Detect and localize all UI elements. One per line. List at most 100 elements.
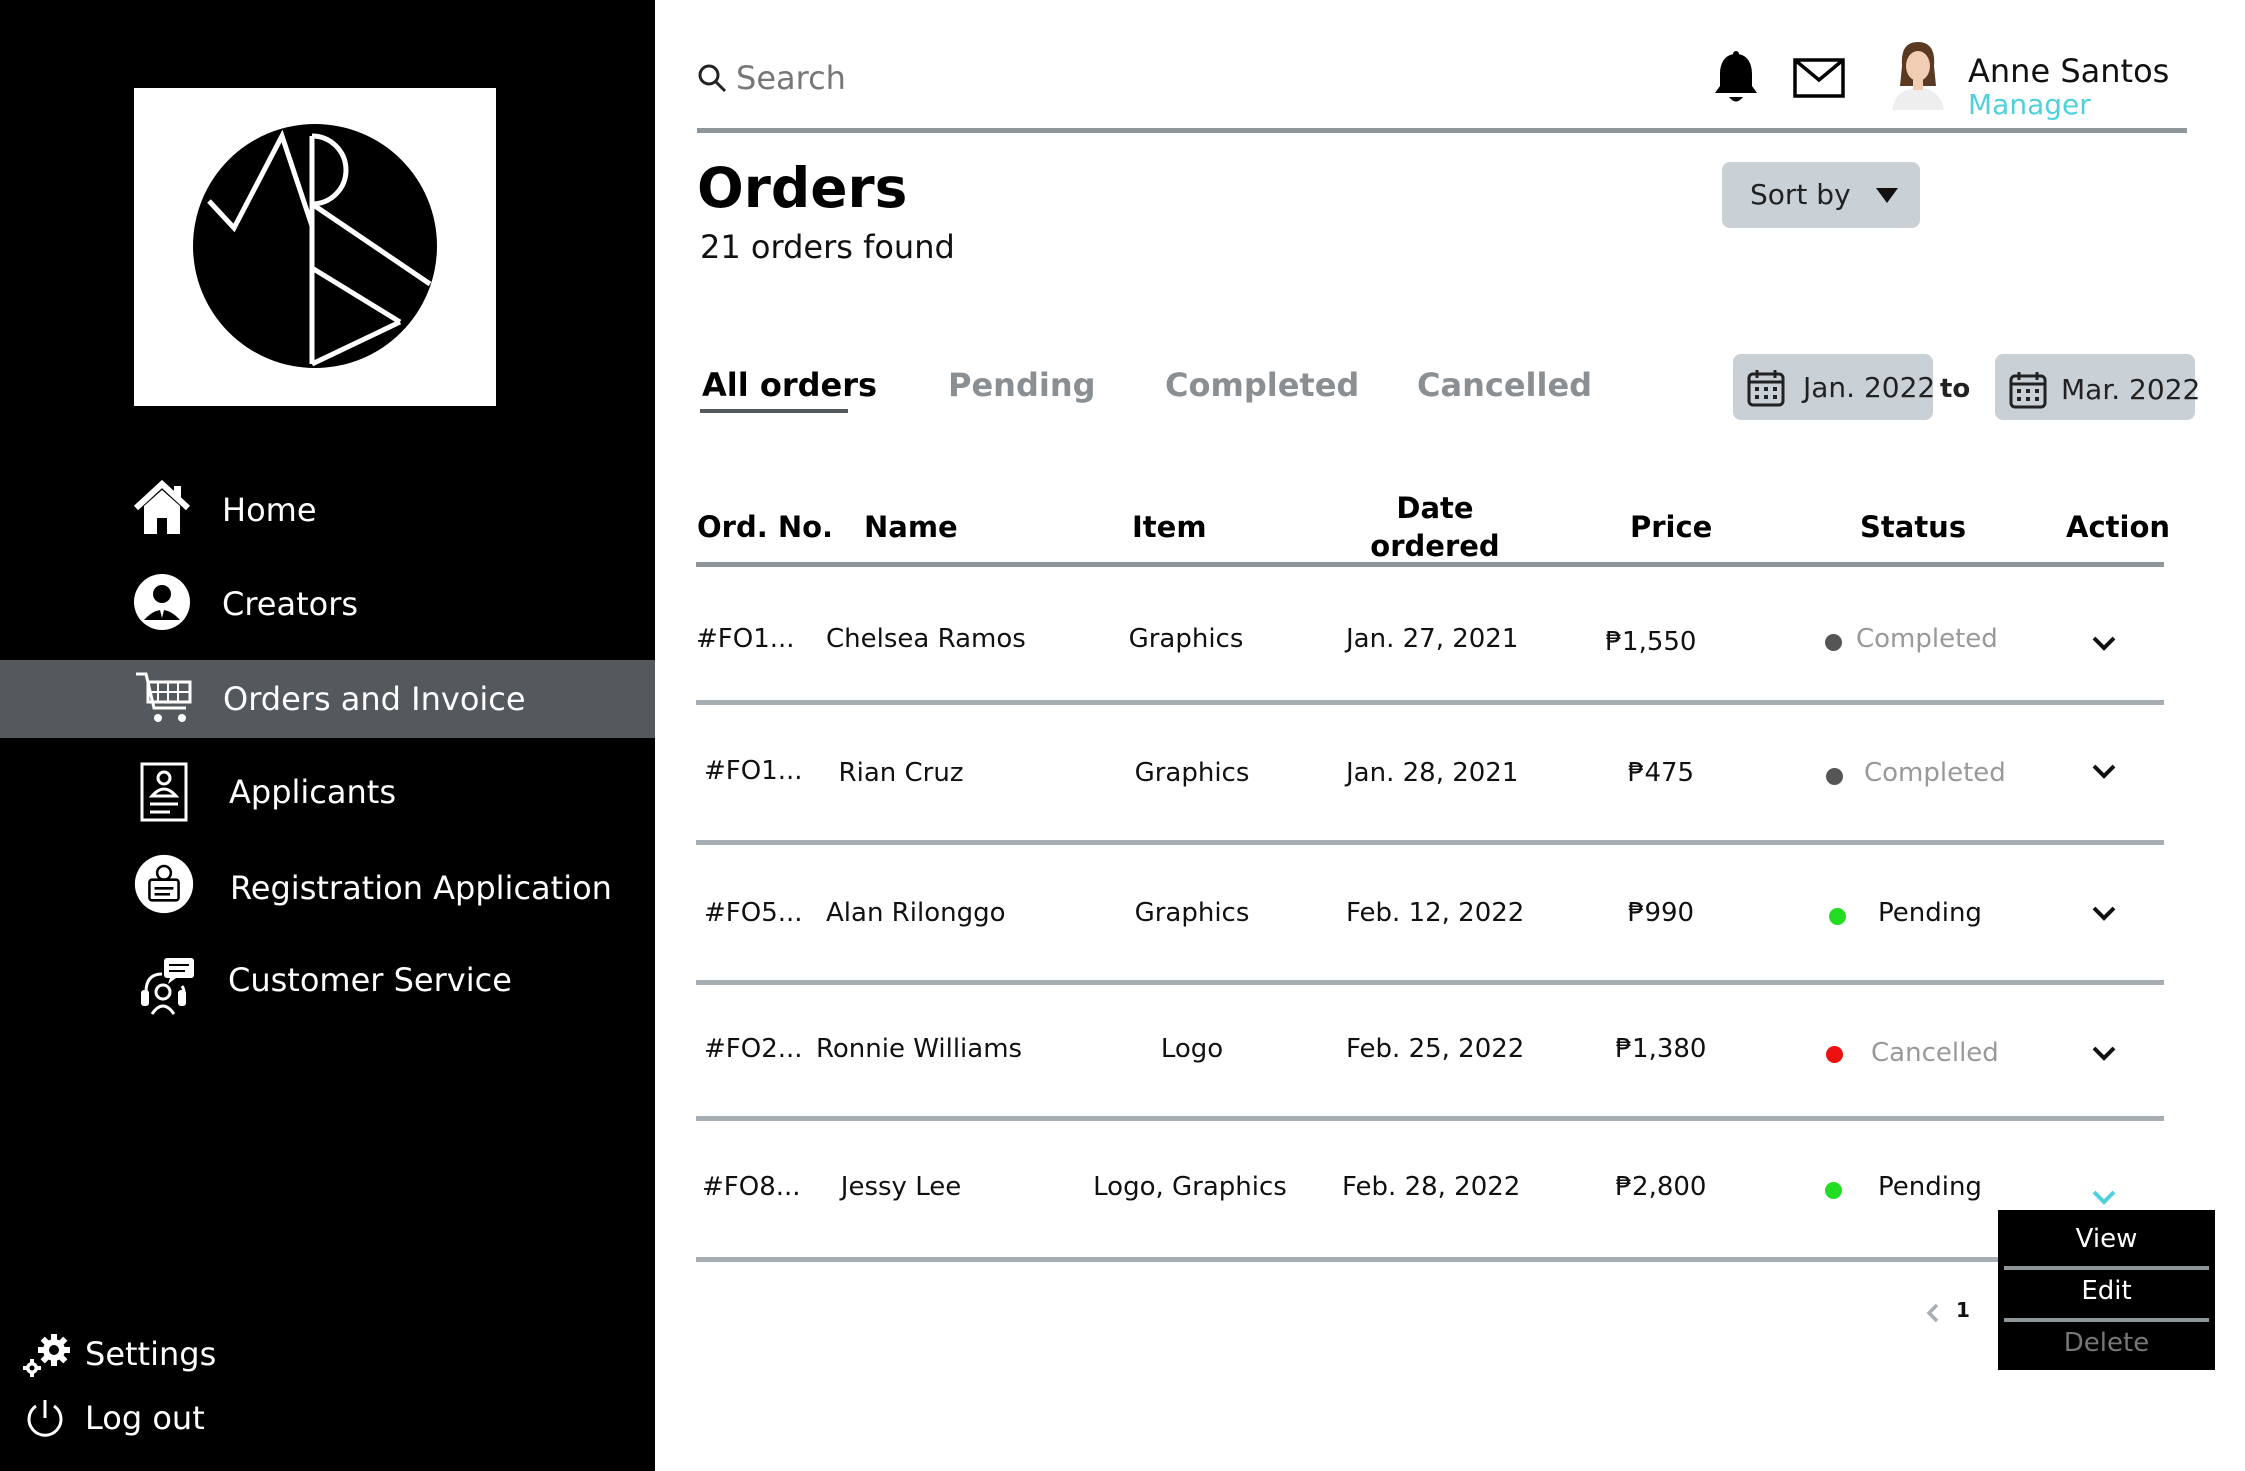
column-header-date-line1: Date (1396, 491, 1474, 525)
menu-divider (2004, 1266, 2209, 1270)
sidebar: Home Creators Orders and Invoice Applica… (0, 0, 655, 1471)
status-dot (1825, 1182, 1842, 1199)
table-row: #FO1... Chelsea Ramos Graphics Jan. 27, … (696, 590, 2164, 690)
order-number: #FO8... (702, 1172, 801, 1202)
status-dot (1825, 634, 1842, 651)
table-row: #FO1... Rian Cruz Graphics Jan. 28, 2021… (696, 720, 2164, 820)
order-date: Jan. 28, 2021 (1346, 758, 1519, 788)
tab-cancelled[interactable]: Cancelled (1417, 366, 1592, 404)
order-price: ₱475 (1627, 758, 1695, 788)
column-header-order-no: Ord. No. (697, 510, 834, 544)
column-header-date: Date ordered (1360, 489, 1510, 565)
logout-link[interactable]: Log out (20, 1394, 320, 1444)
order-date: Jan. 27, 2021 (1346, 624, 1519, 654)
column-header-price: Price (1630, 510, 1713, 544)
user-name: Anne Santos (1968, 52, 2170, 90)
order-date: Feb. 25, 2022 (1346, 1034, 1525, 1064)
sidebar-item-home[interactable]: Home (0, 470, 655, 548)
sidebar-item-label: Registration Application (230, 869, 612, 907)
row-divider (696, 700, 2164, 705)
order-price: ₱1,380 (1615, 1034, 1707, 1064)
search-input[interactable] (736, 56, 1336, 100)
mail-icon[interactable] (1793, 58, 1845, 98)
date-to-label: Mar. 2022 (2061, 373, 2201, 406)
customer-name: Chelsea Ramos (826, 624, 1026, 654)
order-date: Feb. 12, 2022 (1346, 898, 1525, 928)
sidebar-item-customer-service[interactable]: Customer Service (0, 942, 655, 1020)
caret-down-icon (1876, 188, 1898, 203)
sidebar-item-registration[interactable]: Registration Application (0, 850, 655, 928)
table-row: #FO8... Jessy Lee Logo, Graphics Feb. 28… (696, 1136, 2164, 1236)
column-header-action: Action (2066, 510, 2171, 544)
search-icon (698, 64, 727, 93)
sidebar-item-label: Customer Service (228, 961, 512, 999)
headset-icon (141, 958, 194, 1015)
order-price: ₱1,550 (1605, 627, 1697, 657)
header-divider (697, 128, 2187, 133)
chevron-down-icon[interactable] (2090, 1188, 2118, 1208)
calendar-icon (1747, 370, 1785, 407)
row-divider (696, 840, 2164, 845)
status-dot (1826, 1046, 1843, 1063)
brand-logo (134, 88, 496, 406)
tab-pending[interactable]: Pending (948, 366, 1096, 404)
chevron-down-icon[interactable] (2090, 634, 2118, 654)
settings-link[interactable]: Settings (20, 1330, 320, 1380)
order-number: #FO1... (696, 624, 795, 654)
date-from-label: Jan. 2022 (1803, 371, 1936, 404)
active-tab-indicator (700, 409, 848, 413)
row-action-menu: View Edit Delete (1998, 1210, 2215, 1370)
table-row: #FO5... Alan Rilonggo Graphics Feb. 12, … (696, 860, 2164, 960)
status-dot (1829, 908, 1846, 925)
order-number: #FO1... (704, 756, 803, 786)
row-divider (696, 980, 2164, 985)
logo-mark-icon (193, 124, 437, 368)
order-item: Logo (1160, 1034, 1224, 1064)
sidebar-item-label: Creators (222, 585, 359, 623)
bell-icon[interactable] (1712, 50, 1760, 106)
chevron-down-icon[interactable] (2090, 1044, 2118, 1064)
sidebar-item-applicants[interactable]: Applicants (0, 752, 655, 830)
sidebar-item-label: Applicants (229, 773, 396, 811)
menu-item-view[interactable]: View (1998, 1224, 2215, 1254)
sort-by-label: Sort by (1750, 178, 1851, 211)
order-item: Graphics (1134, 898, 1250, 928)
page-number[interactable]: 1 (1956, 1298, 1970, 1322)
column-header-name: Name (864, 510, 958, 544)
status-badge: Pending (1878, 898, 1982, 928)
status-badge: Completed (1864, 758, 2006, 788)
menu-item-delete[interactable]: Delete (1998, 1328, 2215, 1358)
logout-label: Log out (85, 1399, 205, 1437)
date-range-to-label: to (1940, 374, 1971, 404)
order-price: ₱990 (1627, 898, 1695, 928)
row-divider (696, 1116, 2164, 1121)
orders-count: 21 orders found (700, 228, 955, 266)
calendar-icon (2009, 372, 2047, 409)
order-number: #FO2... (704, 1034, 803, 1064)
power-icon (27, 1400, 63, 1437)
row-divider (696, 1257, 2006, 1262)
sidebar-item-label: Orders and Invoice (223, 680, 526, 718)
column-header-status: Status (1860, 510, 1967, 544)
tab-all-orders[interactable]: All orders (702, 366, 877, 404)
menu-item-edit[interactable]: Edit (1998, 1276, 2215, 1306)
avatar[interactable] (1884, 36, 1950, 110)
chevron-down-icon[interactable] (2090, 762, 2118, 782)
chevron-down-icon[interactable] (2090, 904, 2118, 924)
status-badge: Cancelled (1871, 1038, 1999, 1068)
status-dot (1826, 768, 1843, 785)
order-date: Feb. 28, 2022 (1342, 1172, 1521, 1202)
status-badge: Pending (1878, 1172, 1982, 1202)
table-row: #FO2... Ronnie Williams Logo Feb. 25, 20… (696, 996, 2164, 1096)
table-header-divider (696, 562, 2164, 567)
menu-divider (2004, 1318, 2209, 1322)
registration-icon (134, 854, 194, 914)
sidebar-item-orders-invoice[interactable]: Orders and Invoice (0, 660, 655, 738)
order-item: Graphics (1134, 758, 1250, 788)
sidebar-item-creators[interactable]: Creators (0, 562, 655, 640)
tab-completed[interactable]: Completed (1165, 366, 1359, 404)
gear-icon (23, 1334, 70, 1377)
order-item: Logo, Graphics (1093, 1172, 1287, 1202)
sidebar-item-label: Home (222, 491, 317, 529)
chevron-left-icon[interactable] (1926, 1302, 1940, 1324)
